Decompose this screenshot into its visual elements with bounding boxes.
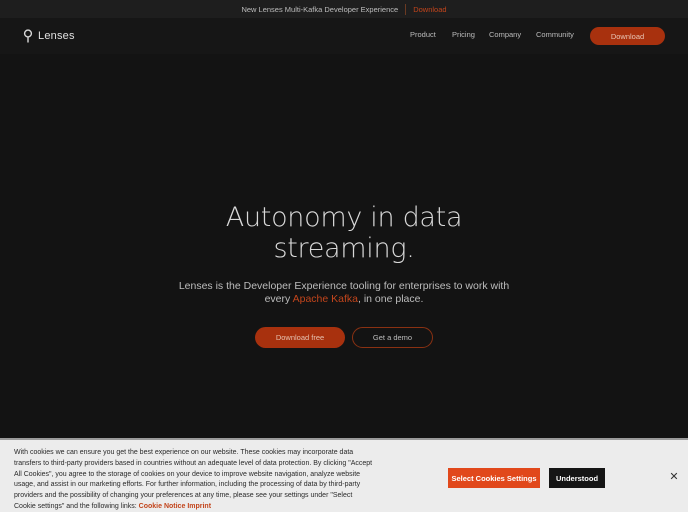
imprint-link[interactable]: Imprint	[187, 503, 211, 510]
cookie-notice-link[interactable]: Cookie Notice	[139, 503, 186, 510]
logo[interactable]: Lenses	[23, 29, 75, 43]
top-nav: Lenses Product Pricing Company Community…	[0, 18, 688, 54]
hero-section: Autonomy in data streaming. Lenses is th…	[0, 54, 688, 438]
hero-subtitle-prefix: every	[264, 293, 293, 305]
announcement-bar: New Lenses Multi-Kafka Developer Experie…	[0, 0, 688, 18]
cookie-settings-button[interactable]: Select Cookies Settings	[448, 468, 540, 488]
location-pin-icon	[23, 29, 33, 43]
hero-subtitle-line-1: Lenses is the Developer Experience tooli…	[178, 280, 510, 292]
download-free-button[interactable]: Download free	[255, 327, 345, 348]
nav-item-company[interactable]: Company	[489, 30, 521, 39]
close-icon[interactable]: ✕	[668, 471, 680, 483]
hero-subtitle: Lenses is the Developer Experience tooli…	[0, 280, 688, 306]
hero-title-line-2: streaming.	[273, 233, 415, 264]
apache-kafka-link[interactable]: Apache Kafka	[293, 293, 358, 305]
announcement-download-link[interactable]: Download	[413, 5, 446, 14]
hero-subtitle-line-2: every Apache Kafka, in one place.	[0, 293, 688, 306]
announcement-text: New Lenses Multi-Kafka Developer Experie…	[241, 4, 399, 14]
logo-text: Lenses	[38, 30, 75, 42]
hero-title: Autonomy in data streaming.	[0, 202, 688, 264]
nav-item-product[interactable]: Product	[410, 30, 436, 39]
hero-title-line-1: Autonomy in data	[225, 202, 463, 233]
hero-subtitle-suffix: , in one place.	[358, 293, 424, 305]
cookie-banner: With cookies we can ensure you get the b…	[0, 438, 688, 512]
cookie-text: With cookies we can ensure you get the b…	[14, 448, 374, 512]
nav-item-community[interactable]: Community	[536, 30, 574, 39]
nav-download-button[interactable]: Download	[590, 27, 665, 45]
nav-item-pricing[interactable]: Pricing	[452, 30, 475, 39]
announcement-divider	[405, 3, 407, 15]
cookie-body: With cookies we can ensure you get the b…	[14, 449, 373, 510]
get-demo-button[interactable]: Get a demo	[352, 327, 433, 348]
understood-button[interactable]: Understood	[549, 468, 605, 488]
